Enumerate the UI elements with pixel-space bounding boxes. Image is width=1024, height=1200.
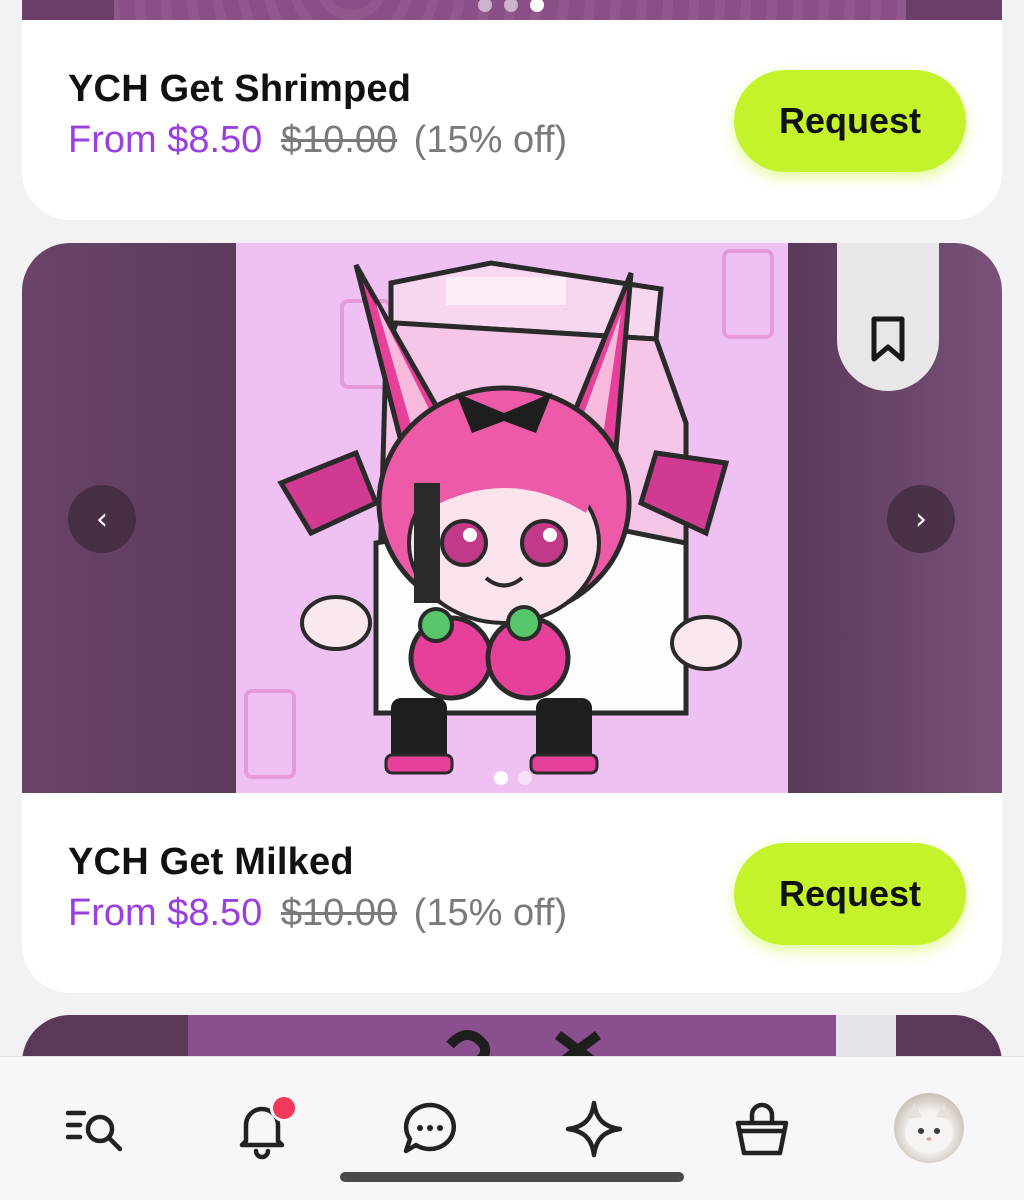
sparkle-icon — [565, 1100, 623, 1158]
request-button[interactable]: Request — [734, 70, 966, 172]
listing-info: YCH Get Shrimped From $8.50 $10.00 (15% … — [68, 68, 567, 162]
listing-title[interactable]: YCH Get Shrimped — [68, 68, 567, 111]
price-row: From $8.50 $10.00 (15% off) — [68, 892, 567, 935]
carousel-dots — [478, 0, 544, 12]
image-dot[interactable] — [518, 771, 532, 785]
profile-avatar[interactable] — [894, 1093, 964, 1163]
listing-card-milked[interactable]: ‹ › YCH Get Milked From $8.50 $10.00 (15… — [22, 243, 1002, 993]
price-from: From $8.50 — [68, 892, 263, 934]
search-list-icon — [65, 1110, 123, 1152]
nav-discover-button[interactable] — [558, 1093, 630, 1165]
carousel-dot[interactable] — [504, 0, 518, 12]
bookmark-icon — [871, 316, 905, 362]
chibi-milk-carton-art — [236, 243, 788, 793]
nav-messages-button[interactable] — [394, 1093, 466, 1165]
price-original: $10.00 — [280, 892, 398, 934]
cat-avatar-image — [905, 1103, 953, 1153]
carousel-prev-button[interactable]: ‹ — [68, 485, 136, 553]
shopping-bag-icon — [735, 1102, 789, 1156]
notification-badge — [270, 1094, 298, 1122]
listing-card-shrimped[interactable]: YCH Get Shrimped From $8.50 $10.00 (15% … — [22, 0, 1002, 220]
nav-browse-button[interactable] — [58, 1093, 130, 1165]
listing-image-carousel[interactable]: ‹ › — [22, 243, 1002, 793]
image-dot-active[interactable] — [494, 771, 508, 785]
price-row: From $8.50 $10.00 (15% off) — [68, 119, 567, 162]
price-from: From $8.50 — [68, 119, 263, 161]
bookmark-button[interactable] — [837, 243, 939, 391]
carousel-dot[interactable] — [478, 0, 492, 12]
nav-shop-button[interactable] — [726, 1093, 798, 1165]
listing-artwork — [236, 243, 788, 793]
carousel-dot-active[interactable] — [530, 0, 544, 12]
listing-image-strip[interactable] — [22, 0, 1002, 20]
carousel-next-button[interactable]: › — [887, 485, 955, 553]
listing-title[interactable]: YCH Get Milked — [68, 841, 567, 884]
price-discount: (15% off) — [413, 119, 568, 161]
chevron-right-icon: › — [915, 501, 927, 537]
request-button[interactable]: Request — [734, 843, 966, 945]
image-dots — [494, 771, 532, 785]
listing-info: YCH Get Milked From $8.50 $10.00 (15% of… — [68, 841, 567, 935]
price-original: $10.00 — [280, 119, 398, 161]
chat-icon — [403, 1102, 456, 1154]
chevron-left-icon: ‹ — [96, 501, 108, 537]
price-discount: (15% off) — [413, 892, 568, 934]
home-indicator[interactable] — [340, 1172, 684, 1182]
